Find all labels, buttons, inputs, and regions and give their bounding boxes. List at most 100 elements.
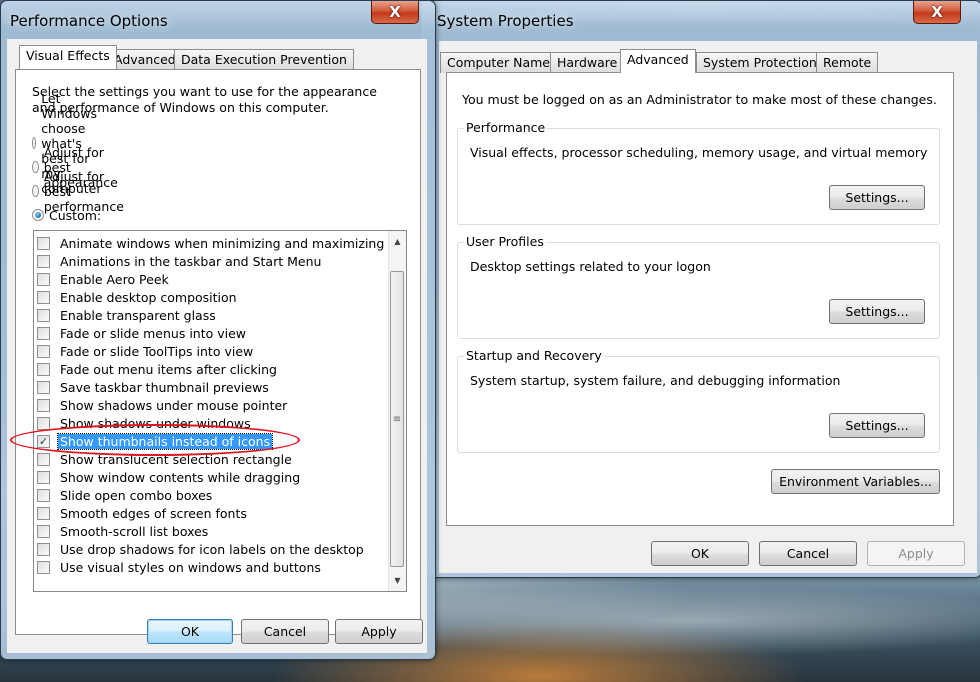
effect-label: Smooth-scroll list boxes	[60, 523, 209, 539]
effect-list-item[interactable]: Animate windows when minimizing and maxi…	[37, 234, 386, 252]
checkbox[interactable]	[37, 488, 50, 502]
effect-list-item[interactable]: Use visual styles on windows and buttons	[37, 558, 323, 576]
effect-label: Animate windows when minimizing and maxi…	[60, 235, 385, 251]
sys-cancel-button[interactable]: Cancel	[759, 541, 857, 566]
checkbox[interactable]	[37, 506, 50, 520]
effect-label: Fade or slide menus into view	[60, 325, 247, 341]
radio-label: Custom:	[49, 207, 102, 223]
checkbox[interactable]	[37, 398, 50, 412]
effect-list-item[interactable]: Show shadows under mouse pointer	[37, 396, 289, 414]
group-title: Performance	[464, 120, 548, 135]
scroll-thumb[interactable]: ≡	[390, 271, 404, 567]
effect-list-item[interactable]: Enable transparent glass	[37, 306, 218, 324]
tab-system-protection[interactable]: System Protection	[696, 52, 824, 73]
checkbox[interactable]	[37, 380, 50, 394]
effect-list-item[interactable]: Smooth-scroll list boxes	[37, 522, 210, 540]
radio-option[interactable]: Custom:	[32, 206, 101, 224]
tab-advanced[interactable]: Advanced	[620, 49, 696, 73]
perf-ok-button[interactable]: OK	[147, 619, 233, 644]
group-title: Startup and Recovery	[464, 348, 604, 363]
effect-label: Fade out menu items after clicking	[60, 361, 277, 377]
effect-label: Use visual styles on windows and buttons	[60, 559, 321, 575]
checkbox[interactable]	[37, 452, 50, 466]
group-description: Visual effects, processor scheduling, me…	[470, 145, 928, 160]
checkbox[interactable]	[37, 326, 50, 340]
tab-data-execution-prevention[interactable]: Data Execution Prevention	[174, 49, 354, 70]
effect-label: Enable transparent glass	[60, 307, 216, 323]
radio-button[interactable]	[32, 209, 44, 221]
checkbox-checked[interactable]: ✓	[37, 434, 50, 448]
effect-list-item[interactable]: Show window contents while dragging	[37, 468, 302, 486]
effect-list-item[interactable]: Fade or slide ToolTips into view	[37, 342, 255, 360]
tab-computer-name[interactable]: Computer Name	[440, 52, 557, 73]
effect-list-item[interactable]: Fade out menu items after clicking	[37, 360, 279, 378]
close-icon: X	[389, 3, 401, 21]
checkbox[interactable]	[37, 542, 50, 556]
effect-list-item[interactable]: Show translucent selection rectangle	[37, 450, 294, 468]
tab-hardware[interactable]: Hardware	[550, 52, 625, 73]
sys-apply-button[interactable]: Apply	[867, 541, 965, 566]
perf-apply-button[interactable]: Apply	[335, 619, 423, 644]
close-icon: X	[931, 3, 943, 21]
checkbox[interactable]	[37, 470, 50, 484]
group-title: User Profiles	[464, 234, 546, 249]
group-description: Desktop settings related to your logon	[470, 259, 711, 274]
radio-button[interactable]	[32, 161, 39, 173]
window-title: System Properties	[437, 12, 574, 30]
effect-label: Save taskbar thumbnail previews	[60, 379, 269, 395]
tab-advanced[interactable]: Advanced	[107, 49, 183, 70]
checkbox[interactable]	[37, 254, 50, 268]
effect-label: Show shadows under mouse pointer	[60, 397, 288, 413]
performance-settings-button[interactable]: Settings...	[829, 185, 925, 210]
startup-recovery-settings-button[interactable]: Settings...	[829, 413, 925, 438]
radio-button[interactable]	[32, 137, 37, 149]
list-scrollbar[interactable]: ▲ ≡ ▼	[388, 231, 406, 591]
tab-remote[interactable]: Remote	[816, 52, 879, 73]
effect-label: Enable Aero Peek	[60, 271, 169, 287]
effect-label: Show translucent selection rectangle	[60, 451, 292, 467]
effect-list-item[interactable]: Save taskbar thumbnail previews	[37, 378, 271, 396]
checkbox[interactable]	[37, 524, 50, 538]
effect-list-item[interactable]: Smooth edges of screen fonts	[37, 504, 249, 522]
admin-note: You must be logged on as an Administrato…	[462, 92, 937, 107]
checkbox[interactable]	[37, 344, 50, 358]
user-profiles-settings-button[interactable]: Settings...	[829, 299, 925, 324]
checkbox[interactable]	[37, 236, 50, 250]
effect-label: Show shadows under windows	[60, 415, 251, 431]
checkbox[interactable]	[37, 308, 50, 322]
close-button[interactable]: X	[371, 1, 419, 24]
close-button[interactable]: X	[913, 1, 961, 24]
effect-list-item[interactable]: Use drop shadows for icon labels on the …	[37, 540, 366, 558]
effect-label: Show thumbnails instead of icons	[56, 432, 274, 450]
performance-group: Performance Visual effects, processor sc…	[457, 120, 940, 225]
effect-list-item[interactable]: Enable desktop composition	[37, 288, 239, 306]
effect-list-item[interactable]: Fade or slide menus into view	[37, 324, 248, 342]
scroll-down-arrow-icon[interactable]: ▼	[389, 572, 406, 589]
effect-label: Use drop shadows for icon labels on the …	[60, 541, 364, 557]
perf-cancel-button[interactable]: Cancel	[241, 619, 329, 644]
effect-label: Animations in the taskbar and Start Menu	[60, 253, 322, 269]
checkbox[interactable]	[37, 290, 50, 304]
effect-list-item[interactable]: Animations in the taskbar and Start Menu	[37, 252, 323, 270]
effect-list-item[interactable]: ✓ Show thumbnails instead of icons	[37, 432, 274, 450]
startup-recovery-group: Startup and Recovery System startup, sys…	[457, 348, 940, 453]
effect-list-item[interactable]: Show shadows under windows	[37, 414, 253, 432]
user-profiles-group: User Profiles Desktop settings related t…	[457, 234, 940, 339]
scroll-up-arrow-icon[interactable]: ▲	[389, 233, 406, 250]
radio-option[interactable]: Adjust for best performance	[32, 169, 129, 214]
checkbox[interactable]	[37, 362, 50, 376]
window-title: Performance Options	[10, 12, 168, 30]
visual-effects-list[interactable]: Animate windows when minimizing and maxi…	[33, 230, 407, 592]
radio-button[interactable]	[32, 185, 39, 197]
checkbox[interactable]	[37, 416, 50, 430]
sys-ok-button[interactable]: OK	[651, 541, 749, 566]
effect-label: Show window contents while dragging	[60, 469, 301, 485]
effect-list-item[interactable]: Enable Aero Peek	[37, 270, 171, 288]
effect-list-item[interactable]: Slide open combo boxes	[37, 486, 214, 504]
effect-label: Smooth edges of screen fonts	[60, 505, 247, 521]
environment-variables-button[interactable]: Environment Variables...	[771, 469, 940, 494]
checkbox[interactable]	[37, 560, 50, 574]
tab-visual-effects[interactable]: Visual Effects	[19, 45, 117, 69]
group-description: System startup, system failure, and debu…	[470, 373, 841, 388]
checkbox[interactable]	[37, 272, 50, 286]
